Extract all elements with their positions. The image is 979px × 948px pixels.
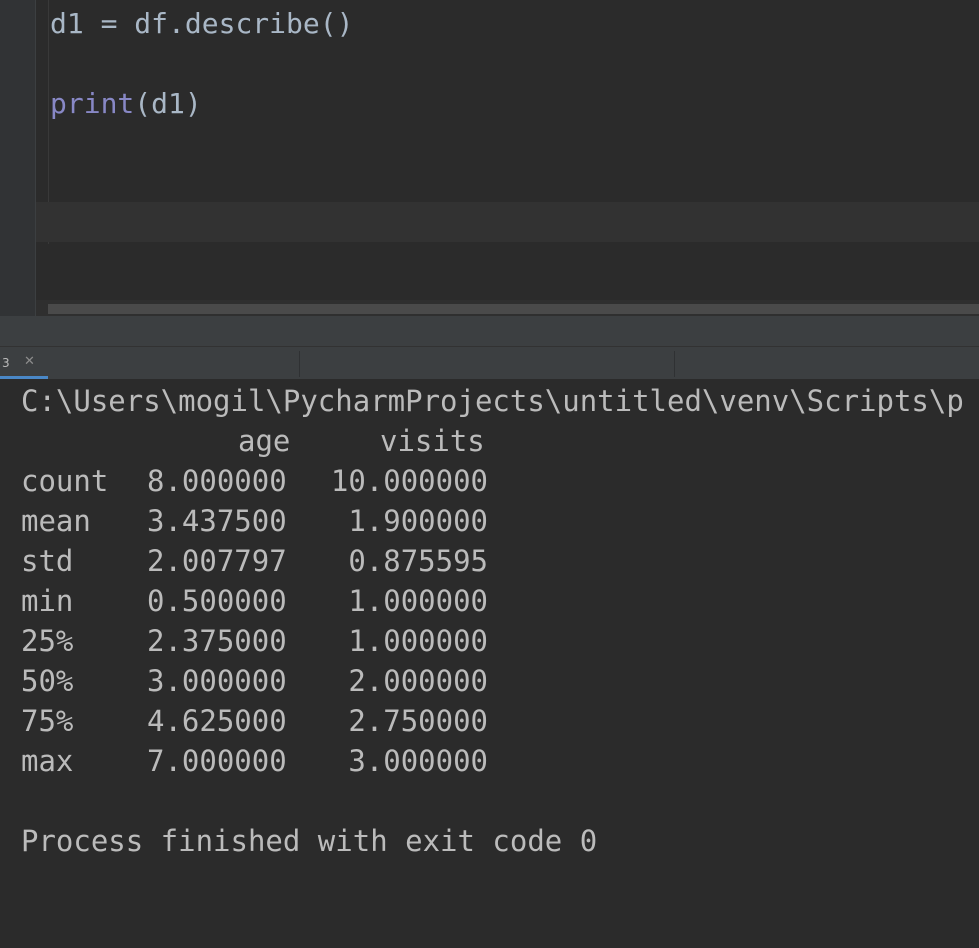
row-label: 25%: [21, 624, 74, 658]
current-line-highlight: [36, 202, 979, 242]
run-console[interactable]: C:\Users\mogil\PycharmProjects\untitled\…: [0, 379, 979, 948]
age-value: 3.000000: [147, 664, 287, 698]
column-header-age: age: [238, 424, 291, 458]
close-icon[interactable]: ✕: [24, 354, 35, 370]
code-operator: =: [100, 7, 118, 40]
code-line-3[interactable]: print(d1): [50, 84, 202, 124]
editor-run-splitter[interactable]: [0, 316, 979, 346]
age-value: 2.007797: [147, 544, 287, 578]
exit-message: Process finished with exit code 0: [21, 824, 598, 858]
tab-divider: [299, 351, 300, 377]
ide-window: d1 = df.describe() print(d1) 3 ✕ C:\User…: [0, 0, 979, 948]
row-label: 50%: [21, 664, 74, 698]
code-line-1[interactable]: d1 = df.describe(): [50, 4, 353, 44]
editor-gutter: [0, 0, 36, 316]
run-tabbar: 3 ✕: [0, 346, 979, 380]
code-editor[interactable]: d1 = df.describe() print(d1): [0, 0, 979, 316]
column-header-visits: visits: [380, 424, 485, 458]
visits-value: 1.900000: [348, 504, 488, 538]
age-value: 4.625000: [147, 704, 287, 738]
row-label: mean: [21, 504, 91, 538]
visits-value: 10.000000: [330, 464, 488, 498]
table-header: age visits: [21, 421, 485, 461]
visits-value: 3.000000: [348, 744, 488, 778]
console-command-line: C:\Users\mogil\PycharmProjects\untitled\…: [21, 384, 964, 418]
age-value: 8.000000: [147, 464, 287, 498]
run-tab-label: 3: [2, 356, 10, 370]
age-value: 3.437500: [147, 504, 287, 538]
visits-value: 2.000000: [348, 664, 488, 698]
row-label: min: [21, 584, 74, 618]
code-args: (d1): [134, 87, 202, 120]
run-tab[interactable]: 3 ✕: [0, 347, 48, 379]
tab-divider: [674, 351, 675, 377]
visits-value: 2.750000: [348, 704, 488, 738]
row-label: max: [21, 744, 74, 778]
row-label: count: [21, 464, 109, 498]
row-label: 75%: [21, 704, 74, 738]
visits-value: 0.875595: [348, 544, 488, 578]
code-var: d1: [50, 7, 84, 40]
age-value: 7.000000: [147, 744, 287, 778]
visits-value: 1.000000: [348, 584, 488, 618]
horizontal-scrollbar[interactable]: [48, 304, 979, 314]
visits-value: 1.000000: [348, 624, 488, 658]
age-value: 0.500000: [147, 584, 287, 618]
code-builtin-print: print: [50, 87, 135, 120]
code-expression: df.describe(): [134, 7, 354, 40]
row-label: std: [21, 544, 74, 578]
age-value: 2.375000: [147, 624, 287, 658]
